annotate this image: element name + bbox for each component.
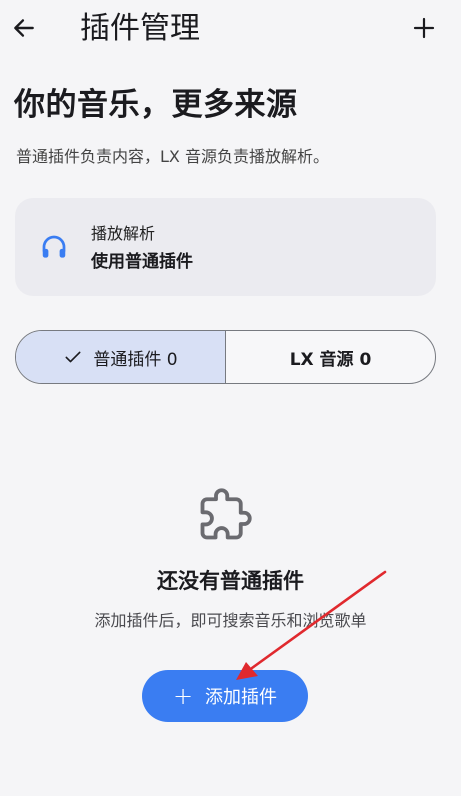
add-plugin-top-button[interactable] bbox=[406, 10, 442, 46]
empty-state-title: 还没有普通插件 bbox=[157, 569, 304, 593]
playback-value: 使用普通插件 bbox=[91, 252, 193, 272]
page-title: 插件管理 bbox=[80, 11, 200, 46]
back-button[interactable] bbox=[6, 10, 42, 46]
plugin-type-tabs: 普通插件 0 LX 音源 0 bbox=[15, 330, 436, 384]
playback-label: 播放解析 bbox=[91, 224, 156, 243]
hero-headline: 你的音乐，更多来源 bbox=[14, 87, 298, 123]
arrow-left-icon bbox=[14, 19, 34, 37]
add-plugin-button[interactable]: + 添加插件 bbox=[142, 670, 308, 722]
check-icon bbox=[65, 351, 81, 363]
tab-normal-plugins-label: 普通插件 0 bbox=[93, 349, 178, 370]
add-plugin-button-label: 添加插件 bbox=[205, 687, 278, 708]
puzzle-icon bbox=[200, 488, 252, 540]
empty-state-description: 添加插件后，即可搜索音乐和浏览歌单 bbox=[94, 611, 367, 630]
plus-icon bbox=[413, 17, 435, 39]
tab-lx-sources-label: LX 音源 0 bbox=[289, 349, 372, 370]
tab-normal-plugins[interactable]: 普通插件 0 bbox=[16, 331, 226, 383]
top-app-bar: 插件管理 bbox=[0, 0, 461, 60]
tab-lx-sources[interactable]: LX 音源 0 bbox=[226, 331, 435, 383]
hero-subtitle: 普通插件负责内容，LX 音源负责播放解析。 bbox=[16, 147, 329, 166]
playback-resolution-card[interactable]: 播放解析 使用普通插件 bbox=[15, 198, 436, 296]
headphones-icon bbox=[42, 235, 66, 258]
plus-icon: + bbox=[172, 682, 194, 710]
